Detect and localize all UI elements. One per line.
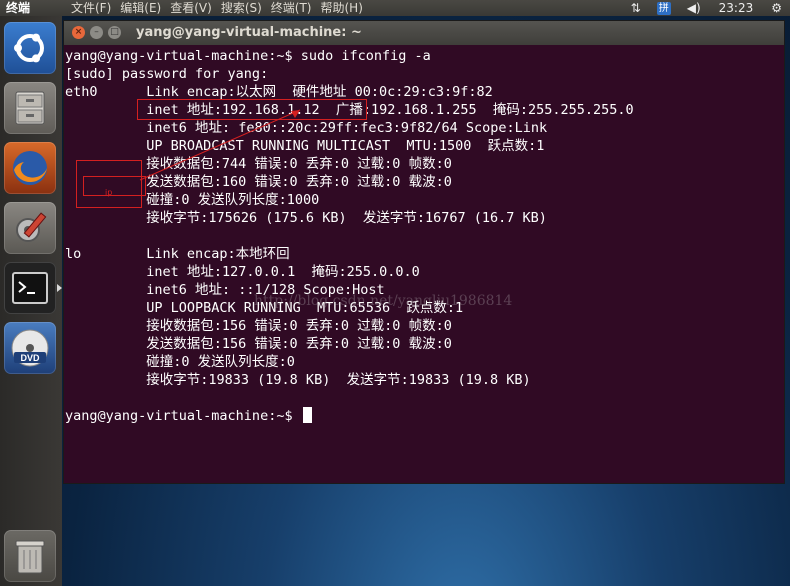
- files-button[interactable]: [4, 82, 56, 134]
- terminal-prompt: yang@yang-virtual-machine:~$: [65, 408, 301, 424]
- firefox-button[interactable]: [4, 142, 56, 194]
- menu-view[interactable]: 查看(V): [167, 0, 218, 16]
- terminal-line: 发送数据包:156 错误:0 丢弃:0 过载:0 载波:0: [65, 336, 452, 352]
- dvd-button[interactable]: DVD: [4, 322, 56, 374]
- ubuntu-dash-button[interactable]: [4, 22, 56, 74]
- unity-launcher: DVD: [0, 16, 63, 586]
- trash-button[interactable]: [4, 530, 56, 582]
- top-menu-bar: 终端 文件(F) 编辑(E) 查看(V) 搜索(S) 终端(T) 帮助(H) ⇅…: [0, 0, 790, 16]
- window-title: yang@yang-virtual-machine: ~: [136, 25, 362, 40]
- network-icon[interactable]: ⇅: [631, 0, 641, 16]
- terminal-prompt-line[interactable]: yang@yang-virtual-machine:~$: [65, 407, 312, 425]
- menu-bar: 文件(F) 编辑(E) 查看(V) 搜索(S) 终端(T) 帮助(H): [68, 0, 369, 16]
- terminal-line: 接收字节:19833 (19.8 KB) 发送字节:19833 (19.8 KB…: [65, 372, 531, 388]
- terminal-line: inet6 地址: fe80::20c:29ff:fec3:9f82/64 Sc…: [65, 120, 548, 136]
- ubuntu-logo-icon: [14, 33, 44, 63]
- svg-text:DVD: DVD: [20, 353, 40, 363]
- file-cabinet-icon: [15, 91, 45, 125]
- ip-highlight-box: [137, 99, 367, 120]
- terminal-button[interactable]: [4, 262, 56, 314]
- terminal-line: UP BROADCAST RUNNING MULTICAST MTU:1500 …: [65, 138, 545, 154]
- menu-terminal[interactable]: 终端(T): [268, 0, 318, 16]
- minimize-button[interactable]: –: [90, 26, 103, 39]
- annotation-label: ip: [105, 188, 113, 197]
- system-settings-button[interactable]: [4, 202, 56, 254]
- terminal-line: 接收字节:175626 (175.6 KB) 发送字节:16767 (16.7 …: [65, 210, 547, 226]
- dvd-disc-icon: DVD: [11, 329, 49, 367]
- terminal-icon: [12, 272, 48, 304]
- annotation-label-box: [83, 176, 146, 196]
- volume-icon[interactable]: ◀): [687, 0, 701, 16]
- trash-icon: [15, 540, 45, 574]
- terminal-line: 接收数据包:156 错误:0 丢弃:0 过载:0 帧数:0: [65, 318, 452, 334]
- watermark: http://blog.csdn.net/yangliu1986814: [254, 293, 513, 309]
- menu-file[interactable]: 文件(F): [68, 0, 117, 16]
- power-icon[interactable]: ⚙: [771, 0, 782, 16]
- system-tray: ⇅ 拼 ◀) 23:23 ⚙: [623, 0, 790, 16]
- terminal-line: inet 地址:127.0.0.1 掩码:255.0.0.0: [65, 264, 420, 280]
- menu-help[interactable]: 帮助(H): [318, 0, 369, 16]
- terminal-line: [sudo] password for yang:: [65, 66, 269, 82]
- menu-edit[interactable]: 编辑(E): [117, 0, 167, 16]
- text-cursor: [302, 407, 312, 423]
- terminal-line: lo Link encap:本地环回: [65, 246, 290, 262]
- active-app-name: 终端: [6, 1, 31, 15]
- close-button[interactable]: ×: [72, 26, 85, 39]
- firefox-icon: [13, 151, 47, 185]
- keyboard-input-indicator[interactable]: 拼: [656, 1, 671, 15]
- clock[interactable]: 23:23: [719, 0, 754, 16]
- terminal-line: yang@yang-virtual-machine:~$ sudo ifconf…: [65, 48, 431, 64]
- menu-search[interactable]: 搜索(S): [218, 0, 268, 16]
- terminal-line: 碰撞:0 发送队列长度:0: [65, 354, 295, 370]
- desktop-area: [62, 482, 790, 586]
- terminal-window[interactable]: × – □ yang@yang-virtual-machine: ~ yang@…: [63, 20, 785, 484]
- window-titlebar[interactable]: × – □ yang@yang-virtual-machine: ~: [64, 21, 784, 45]
- maximize-button[interactable]: □: [108, 26, 121, 39]
- settings-wrench-icon: [16, 212, 47, 242]
